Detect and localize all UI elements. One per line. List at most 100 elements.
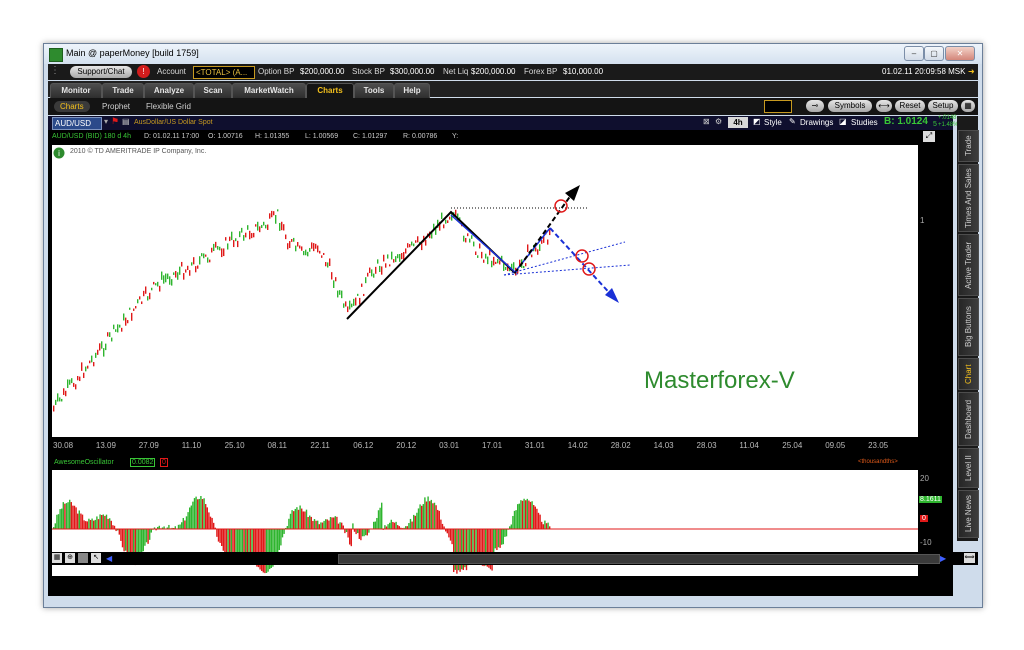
candle <box>355 297 357 306</box>
oscillator-bar <box>419 504 421 529</box>
candle <box>313 243 315 252</box>
oscillator-bar <box>413 514 415 529</box>
subtab-charts[interactable]: Charts <box>54 101 90 112</box>
osc-current-badge: 8.1611 <box>919 496 942 503</box>
ohlc-close: C: 1.01297 <box>353 133 388 140</box>
oscillator-bar <box>429 501 431 529</box>
side-tab-dashboard[interactable]: Dashboard <box>958 392 979 446</box>
side-tab-level-ii[interactable]: Level II <box>958 448 979 488</box>
oscillator-bar <box>368 529 370 533</box>
expand-horizontal-icon[interactable]: ⟺ <box>964 553 975 563</box>
tab-analyze[interactable]: Analyze <box>144 83 194 98</box>
subtab-flexible-grid[interactable]: Flexible Grid <box>140 101 197 112</box>
drawings-button[interactable]: Drawings <box>800 118 833 127</box>
candle <box>161 271 163 280</box>
style-icon[interactable]: ◩ <box>753 117 761 126</box>
candle <box>177 272 179 280</box>
timeframe-button[interactable]: 4h <box>728 117 748 128</box>
minimize-button[interactable]: – <box>904 46 924 61</box>
pan-icon[interactable] <box>78 553 88 563</box>
tab-monitor[interactable]: Monitor <box>50 83 102 98</box>
maximize-button[interactable]: ▢ <box>924 46 944 61</box>
account-selector[interactable]: <TOTAL> (A... <box>193 66 255 79</box>
side-tab-active-trader[interactable]: Active Trader <box>958 234 979 296</box>
oscillator-bar <box>435 505 437 529</box>
candle <box>247 225 249 230</box>
oscillator-bar <box>317 520 319 529</box>
zoom-icon[interactable]: ⊕ <box>65 553 75 563</box>
side-tab-big-buttons[interactable]: Big Buttons <box>958 298 979 356</box>
setup-button[interactable]: Setup <box>928 100 958 112</box>
oscillator-bar <box>515 510 517 529</box>
link-color-box[interactable] <box>764 100 792 113</box>
subtab-prophet[interactable]: Prophet <box>96 101 136 112</box>
arrow-right-icon[interactable]: ➜ <box>968 67 975 76</box>
symbol-input[interactable]: AUD/USD <box>52 117 102 130</box>
grid-layout-icon[interactable]: ▦ <box>52 553 62 563</box>
scroll-left-icon[interactable]: ◀ <box>106 554 112 563</box>
cursor-icon[interactable]: ↖ <box>91 553 101 563</box>
side-tab-times-and-sales[interactable]: Times And Sales <box>958 164 979 232</box>
ohlc-low: L: 1.00569 <box>305 133 339 140</box>
flag-icon[interactable]: ⚑ <box>111 116 119 127</box>
drawings-icon[interactable]: ✎ <box>789 117 796 126</box>
oscillator-bar <box>416 512 418 529</box>
reset-button[interactable]: Reset <box>895 100 925 112</box>
date-tick-label: 20.12 <box>396 441 417 450</box>
candle <box>115 329 117 332</box>
candle <box>145 286 147 294</box>
oscillator-bar <box>203 498 205 529</box>
scroll-right-icon[interactable]: ▶ <box>940 554 946 563</box>
style-button[interactable]: Style <box>764 118 782 127</box>
oscillator-bar <box>123 529 125 552</box>
link-arrows-icon[interactable]: ⟷ <box>876 100 892 112</box>
oscillator-bar <box>64 503 66 529</box>
expand-icon[interactable]: ⤢ <box>923 131 935 142</box>
side-tab-live-news[interactable]: Live News <box>958 490 979 538</box>
tab-marketwatch[interactable]: MarketWatch <box>232 83 306 98</box>
candle <box>377 259 379 264</box>
option-bp-label: Option BP <box>258 67 295 76</box>
grid-icon[interactable]: ▦ <box>961 100 975 112</box>
settings-icon[interactable]: ⚙ <box>715 117 722 126</box>
key-icon[interactable]: ⊸ <box>806 100 824 112</box>
oscillator-bar <box>217 529 220 542</box>
tab-scan[interactable]: Scan <box>194 83 232 98</box>
symbol-dropdown-icon[interactable]: ▾ <box>104 117 108 126</box>
print-icon[interactable]: ▤ <box>122 117 130 126</box>
symbol-description: AusDollar/US Dollar Spot <box>134 119 213 126</box>
side-tab-chart[interactable]: Chart <box>958 358 979 390</box>
alert-icon[interactable]: ! <box>137 65 150 78</box>
oscillator-bar <box>341 522 343 529</box>
oscillator-bar <box>109 518 111 529</box>
tab-help[interactable]: Help <box>394 83 430 98</box>
tab-charts[interactable]: Charts <box>306 83 354 98</box>
studies-button[interactable]: Studies <box>851 118 878 127</box>
support-chat-button[interactable]: Support/Chat <box>70 66 132 78</box>
forex-bp-value: $10,000.00 <box>563 67 604 76</box>
date-tick-label: 08.11 <box>267 441 287 450</box>
tab-trade[interactable]: Trade <box>102 83 144 98</box>
candle <box>219 246 221 251</box>
tab-tools[interactable]: Tools <box>354 83 394 98</box>
symbols-button[interactable]: Symbols <box>828 100 872 112</box>
oscillator-bar <box>198 498 200 529</box>
side-tab-trade[interactable]: Trade <box>958 130 979 162</box>
scroll-thumb[interactable] <box>338 554 940 564</box>
crosshair-icon[interactable]: ⊠ <box>703 117 710 126</box>
candle <box>441 212 443 220</box>
ohlc-open: O: 1.00716 <box>208 133 243 140</box>
oscillator-bar <box>304 511 306 529</box>
candle <box>201 253 203 257</box>
candle <box>329 258 331 266</box>
oscillator-bar <box>293 511 295 529</box>
price-chart[interactable]: i 2010 © TD AMERITRADE IP Company, Inc. … <box>52 145 918 437</box>
studies-icon[interactable]: ◪ <box>839 117 847 126</box>
close-button[interactable]: ✕ <box>945 46 975 61</box>
candle <box>325 262 327 267</box>
candle <box>227 243 229 250</box>
date-tick-label: 23.05 <box>868 441 889 450</box>
chart-scrollbar[interactable]: ▦ ⊕ ↖ ◀ ▶ ⟺ <box>48 552 978 565</box>
candle <box>393 259 395 263</box>
oscillator-bar <box>325 519 327 529</box>
